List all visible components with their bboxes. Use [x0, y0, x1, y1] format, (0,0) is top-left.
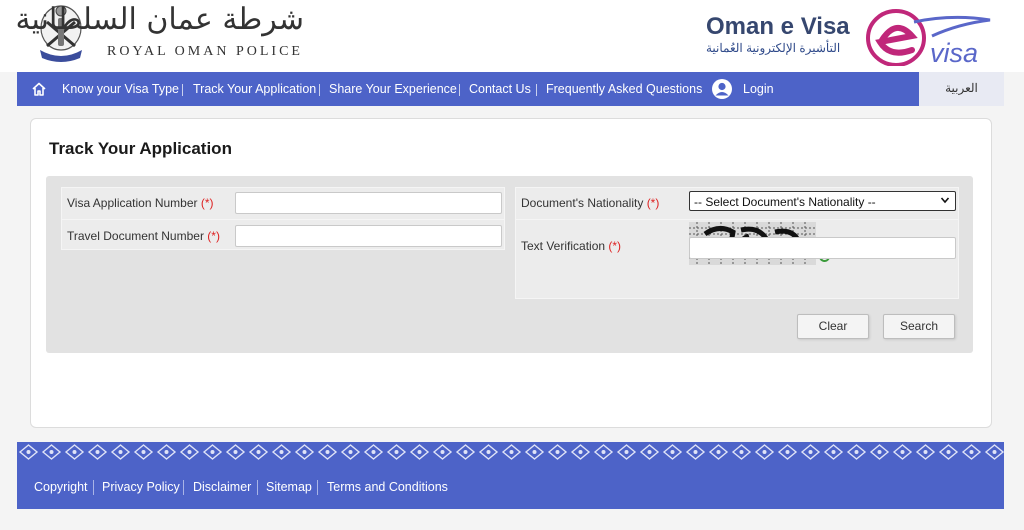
home-icon[interactable] — [31, 81, 47, 97]
main-navigation: Know your Visa Type Track Your Applicati… — [17, 72, 919, 106]
language-label[interactable]: العربية — [919, 81, 1004, 95]
user-icon[interactable] — [711, 78, 733, 100]
police-name-english: ROYAL OMAN POLICE — [107, 44, 303, 59]
required-mark: (*) — [207, 229, 220, 243]
clear-button[interactable]: Clear — [797, 314, 869, 339]
nav-login[interactable]: Login — [743, 82, 774, 96]
travel-document-label-text: Travel Document Number — [67, 229, 204, 243]
site-header: شرطة عمان السلطانية ROYAL OMAN POLICE Om… — [0, 0, 1024, 72]
travel-document-label: Travel Document Number (*) — [67, 229, 220, 243]
nav-track-your-application[interactable]: Track Your Application — [193, 82, 316, 96]
verification-label-text: Text Verification — [521, 239, 606, 253]
nav-contact-us[interactable]: Contact Us — [469, 82, 531, 96]
verification-input[interactable] — [689, 237, 956, 259]
footer-separator — [317, 480, 318, 495]
nav-separator — [319, 84, 320, 96]
nav-separator — [459, 84, 460, 96]
nationality-label-text: Document's Nationality — [521, 196, 644, 210]
footer-separator — [183, 480, 184, 495]
site-title: Oman e Visa — [706, 13, 850, 40]
police-name-arabic: شرطة عمان السلطانية — [15, 2, 304, 37]
nav-separator — [536, 84, 537, 96]
required-mark: (*) — [200, 196, 214, 210]
nav-share-your-experience[interactable]: Share Your Experience — [329, 82, 457, 96]
footer-ornament — [17, 442, 1004, 462]
page-title: Track Your Application — [49, 139, 232, 158]
nationality-label: Document's Nationality (*) — [521, 196, 659, 210]
footer-privacy-link[interactable]: Privacy Policy — [102, 480, 180, 494]
evisa-logo-text: visa — [930, 38, 978, 66]
main-card: Track Your Application Visa Application … — [30, 118, 992, 428]
track-application-form: Visa Application Number (*) Travel Docum… — [46, 176, 973, 353]
nav-separator — [182, 84, 183, 96]
footer-terms-link[interactable]: Terms and Conditions — [327, 480, 448, 494]
chevron-down-icon — [940, 197, 950, 204]
required-mark: (*) — [646, 196, 660, 210]
search-button[interactable]: Search — [883, 314, 955, 339]
nav-know-your-visa-type[interactable]: Know your Visa Type — [62, 82, 179, 96]
footer-sitemap-link[interactable]: Sitemap — [266, 480, 312, 494]
footer-separator — [257, 480, 258, 495]
nationality-select[interactable]: -- Select Document's Nationality -- — [689, 191, 956, 211]
visa-number-label-text: Visa Application Number — [67, 196, 198, 210]
required-mark: (*) — [608, 239, 622, 253]
row-divider — [62, 219, 504, 220]
nationality-verification-group: Document's Nationality (*) -- Select Doc… — [515, 187, 959, 299]
site-title-arabic: التأشيرة الإلكترونية العُمانية — [706, 41, 841, 55]
footer-separator — [93, 480, 94, 495]
nav-faq[interactable]: Frequently Asked Questions — [546, 82, 702, 96]
verification-label: Text Verification (*) — [521, 239, 621, 253]
footer-copyright-link[interactable]: Copyright — [34, 480, 88, 494]
row-divider — [516, 219, 958, 220]
evisa-logo[interactable]: visa — [862, 6, 994, 66]
travel-document-input[interactable] — [235, 225, 502, 247]
visa-number-input[interactable] — [235, 192, 502, 214]
language-switch[interactable]: العربية — [919, 72, 1004, 106]
site-footer: Copyright Privacy Policy Disclaimer Site… — [17, 462, 1004, 509]
nationality-selected-value: -- Select Document's Nationality -- — [694, 195, 876, 209]
visa-number-label: Visa Application Number (*) — [67, 196, 214, 210]
application-fields-group: Visa Application Number (*) Travel Docum… — [61, 187, 505, 250]
footer-disclaimer-link[interactable]: Disclaimer — [193, 480, 251, 494]
